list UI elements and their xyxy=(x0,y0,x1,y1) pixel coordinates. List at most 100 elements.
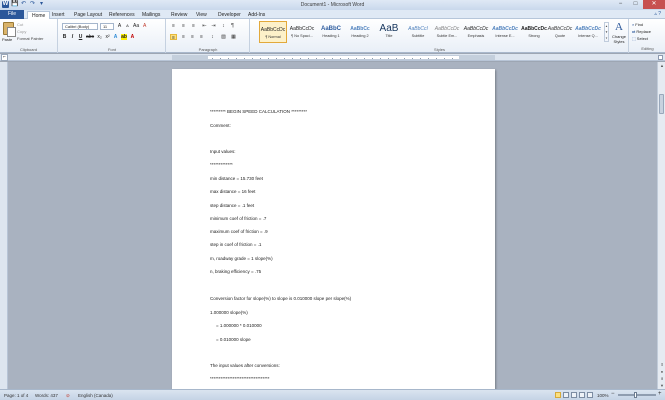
style-subtle-emphasis[interactable]: AaBbCcDc Subtle Em... xyxy=(433,21,461,43)
scroll-thumb[interactable] xyxy=(659,94,664,114)
strikethrough-button[interactable]: abc xyxy=(86,34,94,40)
next-page-icon[interactable]: ⇟ xyxy=(658,375,665,382)
view-ruler-icon[interactable] xyxy=(658,55,663,60)
close-button[interactable]: ✕ xyxy=(643,0,665,9)
tab-developer[interactable]: Developer xyxy=(218,11,241,19)
maximize-button[interactable]: □ xyxy=(628,0,643,9)
multilevel-list-button[interactable]: ≡ xyxy=(190,23,197,29)
paragraph-group-label: Paragraph xyxy=(198,47,218,52)
scroll-up-icon[interactable]: ▲ xyxy=(658,62,665,69)
font-size-select[interactable]: 11 xyxy=(100,23,114,30)
minimize-button[interactable]: − xyxy=(613,0,628,9)
font-name-select[interactable]: Calibri (Body) xyxy=(62,23,98,30)
center-button[interactable]: ≡ xyxy=(180,34,187,40)
change-styles-label: Change Styles xyxy=(611,34,626,44)
tab-review[interactable]: Review xyxy=(171,11,187,19)
browse-object-icon[interactable]: ● xyxy=(658,368,665,375)
draft-icon[interactable] xyxy=(587,392,593,398)
doc-line: 1.000000 slope(%) xyxy=(210,310,248,315)
doc-line: ********************************** xyxy=(210,376,270,381)
document-page[interactable]: ********* BEGIN SPEED CALCULATION ******… xyxy=(172,69,495,389)
vertical-scrollbar[interactable]: ▲ ⇞ ● ⇟ ▼ xyxy=(657,62,665,389)
zoom-slider-knob[interactable] xyxy=(634,392,637,398)
font-color-button[interactable]: A xyxy=(130,34,135,40)
scroll-down-icon[interactable]: ▼ xyxy=(658,382,665,389)
format-painter-button[interactable]: Format Painter xyxy=(17,36,43,41)
page-count[interactable]: Page: 1 of 4 xyxy=(4,393,28,398)
tab-add-ins[interactable]: Add-Ins xyxy=(248,11,265,19)
style-emphasis[interactable]: AaBbCcDc Emphasis xyxy=(462,21,490,43)
doc-line: Input values: xyxy=(210,149,236,154)
align-right-button[interactable]: ≡ xyxy=(189,34,196,40)
tab-page-layout[interactable]: Page Layout xyxy=(74,11,102,19)
align-left-button[interactable]: ≡ xyxy=(170,34,177,41)
shading-button[interactable]: ▨ xyxy=(220,34,227,40)
style-name: Quote xyxy=(554,34,566,38)
help-icon[interactable]: ▵ ? xyxy=(654,11,661,17)
justify-button[interactable]: ≡ xyxy=(198,34,205,40)
language[interactable]: English (Canada) xyxy=(78,393,113,398)
style-title[interactable]: AaB Title xyxy=(375,21,403,43)
underline-button[interactable]: U xyxy=(78,34,83,40)
style-subtitle[interactable]: AaBbCcI Subtitle xyxy=(404,21,432,43)
zoom-in-button[interactable]: + xyxy=(658,391,662,397)
proofing-icon[interactable]: ⊘ xyxy=(66,393,70,399)
bullets-button[interactable]: ≡ xyxy=(170,23,177,29)
style-quote[interactable]: AaBbCcDc Quote xyxy=(546,21,574,43)
ruler-scale[interactable] xyxy=(172,55,495,60)
bold-button[interactable]: B xyxy=(62,34,67,40)
sort-button[interactable]: ↕ xyxy=(220,23,227,29)
full-screen-reading-icon[interactable] xyxy=(563,392,569,398)
style-name: Intense Q... xyxy=(578,34,598,38)
tab-mailings[interactable]: Mailings xyxy=(142,11,160,19)
zoom-out-button[interactable]: − xyxy=(611,391,615,397)
zoom-slider[interactable] xyxy=(618,394,656,396)
change-case-button[interactable]: Aa xyxy=(133,23,139,29)
document-area[interactable]: ********* BEGIN SPEED CALCULATION ******… xyxy=(8,62,657,389)
style-heading-2[interactable]: AaBbCc Heading 2 xyxy=(346,21,374,43)
subscript-button[interactable]: x₂ xyxy=(97,34,102,40)
style-name: Emphasis xyxy=(467,34,485,38)
cut-button[interactable]: Cut xyxy=(17,22,23,27)
tab-view[interactable]: View xyxy=(196,11,207,19)
zoom-level[interactable]: 100% xyxy=(597,393,609,398)
tab-file[interactable]: File xyxy=(0,10,24,19)
select-button[interactable]: ⬚Select xyxy=(632,36,648,41)
print-layout-icon[interactable] xyxy=(555,392,561,398)
numbering-button[interactable]: ≡ xyxy=(180,23,187,29)
increase-indent-button[interactable]: ⇥ xyxy=(210,23,217,29)
shrink-font-button[interactable]: A xyxy=(125,23,130,29)
clear-formatting-button[interactable]: A xyxy=(142,23,147,29)
show-marks-button[interactable]: ¶ xyxy=(229,23,236,29)
paste-icon[interactable] xyxy=(3,22,16,37)
tab-selector-icon[interactable]: ⌐ xyxy=(1,54,8,61)
style-heading-1[interactable]: AaBbC Heading 1 xyxy=(317,21,345,43)
copy-button[interactable]: Copy xyxy=(17,29,26,34)
superscript-button[interactable]: x² xyxy=(105,34,110,40)
clipboard-group-label: Clipboard xyxy=(19,47,38,52)
highlight-button[interactable]: ab xyxy=(121,34,127,40)
change-styles-button[interactable]: A Change Styles xyxy=(610,21,628,44)
style-intense-emphasis[interactable]: AaBbCcDc Intense E... xyxy=(491,21,519,43)
style-normal[interactable]: AaBbCcDc ¶ Normal xyxy=(259,21,287,43)
line-spacing-button[interactable]: ↕ xyxy=(209,34,216,40)
replace-button[interactable]: ⇄Replace xyxy=(632,29,651,34)
find-button[interactable]: ⌕Find xyxy=(632,22,643,27)
style-intense-quote[interactable]: AaBbCcDc Intense Q... xyxy=(574,21,602,43)
italic-button[interactable]: I xyxy=(70,34,75,40)
text-effects-button[interactable]: A xyxy=(113,34,118,40)
style-no-spacing[interactable]: AaBbCcDc ¶ No Spaci... xyxy=(288,21,316,43)
paste-button[interactable]: Paste xyxy=(2,37,12,42)
borders-button[interactable]: ▦ xyxy=(230,34,237,40)
styles-more-icon[interactable]: ▲ ▼ ▾ xyxy=(604,22,609,42)
outline-icon[interactable] xyxy=(579,392,585,398)
previous-page-icon[interactable]: ⇞ xyxy=(658,361,665,368)
tab-references[interactable]: References xyxy=(109,11,135,19)
word-count[interactable]: Words: 437 xyxy=(35,393,58,398)
tab-insert[interactable]: Insert xyxy=(52,11,65,19)
doc-line: step in coef of friction = .1 xyxy=(210,242,262,247)
web-layout-icon[interactable] xyxy=(571,392,577,398)
style-strong[interactable]: AaBbCcDc Strong xyxy=(520,21,548,43)
grow-font-button[interactable]: A xyxy=(117,23,122,29)
decrease-indent-button[interactable]: ⇤ xyxy=(201,23,208,29)
